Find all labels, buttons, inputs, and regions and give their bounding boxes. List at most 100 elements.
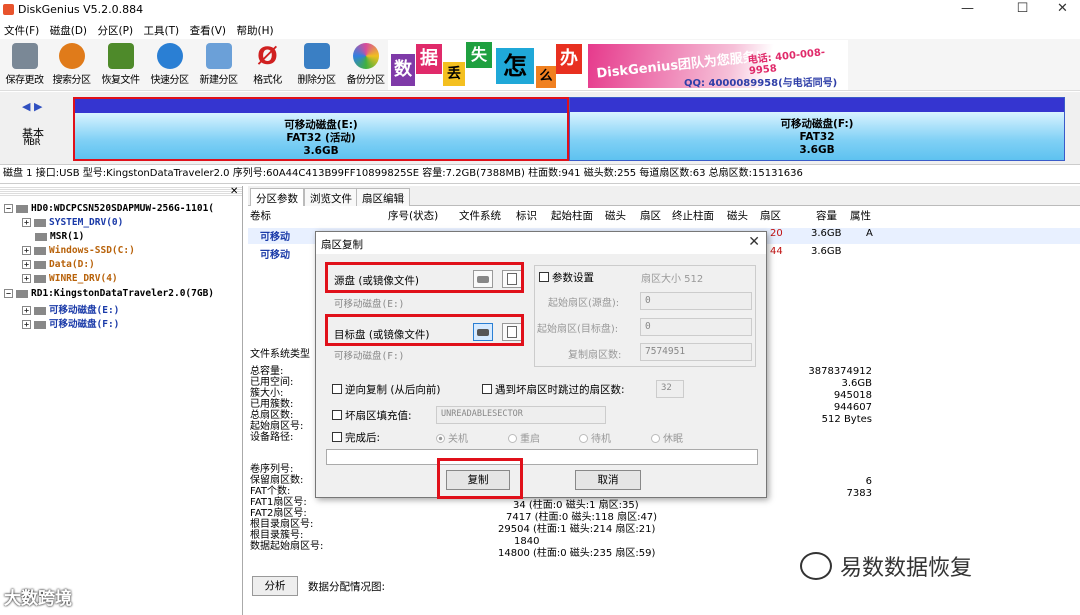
banner-char-2: 据 [416,44,442,74]
radio-restart[interactable]: 重启 [508,430,540,445]
tree-item-data[interactable]: + Data(D:) [22,259,95,270]
tree-item-removable-f[interactable]: + 可移动磁盘(F:) [22,316,119,330]
skip-count-input[interactable]: 32 [656,380,684,398]
dialog-title: 扇区复制 [316,232,766,254]
partition-icon [34,306,46,315]
banner-char-6: 么 [536,66,556,88]
partition-block-e[interactable]: 可移动磁盘(E:) FAT32 (活动) 3.6GB [73,97,569,161]
new-partition-icon [205,43,232,69]
banner-char-1: 数 [391,54,415,86]
partition-f-fs: FAT32 [799,131,835,143]
radio-hibernate[interactable]: 休眠 [651,430,683,445]
reverse-copy-checkbox[interactable] [332,384,342,394]
dialog-close-button[interactable]: ✕ [748,234,760,250]
distribution-label: 数据分配情况图: [308,581,386,593]
minimize-button[interactable]: — [945,0,990,20]
col-header-index: 序号(状态) [388,210,439,222]
fs-values-b-right: 6 7383 [846,476,872,499]
skip-bad-checkbox[interactable] [482,384,492,394]
skip-bad-option[interactable]: 遇到坏扇区时跳过的扇区数: [482,382,625,397]
after-done-checkbox[interactable] [332,432,342,442]
param-checkbox[interactable]: 参数设置 [539,270,594,285]
search-partition-button[interactable]: 搜索分区 [47,39,96,90]
menu-help[interactable]: 帮助(H) [233,20,277,38]
tab-browse-files[interactable]: 浏览文件 [304,188,358,206]
analyze-button[interactable]: 分析 [252,576,298,596]
search-partition-label: 搜索分区 [52,75,92,86]
col-header-start-head: 磁头 [605,210,626,222]
fs-labels-b: 卷序列号: 保留扇区数: FAT个数: FAT1扇区号: FAT2扇区号: 根目录扇区号:… [250,464,324,552]
target-disk-value: 可移动磁盘(F:) [334,351,405,362]
start-dst-input[interactable]: 0 [640,318,752,336]
watermark-right: 易数数据恢复 [840,556,973,581]
copy-count-input[interactable]: 7574951 [640,343,752,361]
fill-bad-option[interactable]: 坏扇区填充值: [332,408,412,423]
recover-files-button[interactable]: 恢复文件 [96,39,145,90]
partition-block-f[interactable]: 可移动磁盘(F:) FAT32 3.6GB [569,97,1065,161]
delete-partition-button[interactable]: 删除分区 [292,39,341,90]
partition-icon [34,246,46,255]
banner-ad[interactable]: 数 据 丢 失 怎 么 办 DiskGenius团队为您服务! 电话: 400-… [388,40,848,90]
partition-e-fs: FAT32 (活动) [286,132,356,144]
disk-info-line: 磁盘 1 接口:USB 型号:KingstonDataTraveler2.0 序… [0,164,1080,184]
cancel-button[interactable]: 取消 [575,470,641,490]
backup-partition-button[interactable]: 备份分区 [341,39,390,90]
new-partition-label: 新建分区 [199,75,239,86]
param-checkbox-box[interactable] [539,272,549,282]
quick-partition-icon [156,43,183,69]
menu-disk[interactable]: 磁盘(D) [46,20,90,38]
col-header-label: 卷标 [250,210,271,222]
watermark-left: 大数跨境 [4,589,72,609]
quick-partition-button[interactable]: 快速分区 [145,39,194,90]
format-button[interactable]: Ø 格式化 [243,39,292,90]
menu-tools[interactable]: 工具(T) [140,20,183,38]
menu-view[interactable]: 查看(V) [186,20,229,38]
tab-sector-edit[interactable]: 扇区编辑 [356,188,410,206]
radio-shutdown[interactable]: 关机 [436,430,468,445]
start-src-input[interactable]: 0 [640,292,752,310]
delete-partition-label: 删除分区 [297,75,337,86]
partition-icon [34,218,46,227]
radio-standby[interactable]: 待机 [579,430,611,445]
tree-item-winre-drv[interactable]: + WINRE_DRV(4) [22,273,118,284]
menu-file[interactable]: 文件(F) [0,20,42,38]
wechat-icon [800,552,832,580]
partition-e-name: 可移动磁盘(E:) [284,119,358,131]
disk-map: ◀ ▶ 基本 MBR 可移动磁盘(E:) FAT32 (活动) 3.6GB 可移… [0,92,1080,164]
new-partition-button[interactable]: 新建分区 [194,39,243,90]
sector-copy-dialog: 扇区复制 ✕ 源盘 (或镜像文件) 可移动磁盘(E:) 目标盘 (或镜像文件) … [315,231,767,499]
banner-qq: QQ: 4000089958(与电话同号) [684,78,838,89]
fill-value-input[interactable]: UNREADABLESECTOR [436,406,606,424]
save-changes-button[interactable]: 保存更改 [0,39,49,90]
banner-char-5: 怎 [496,48,534,84]
start-dst-label: 起始扇区(目标盘): [537,324,619,335]
banner-char-7: 办 [556,44,582,74]
partition-e-size: 3.6GB [303,145,339,157]
tree-item-rd1[interactable]: − RD1:KingstonDataTraveler2.0(7GB) [4,288,214,299]
delete-icon [303,43,330,69]
col-header-end-sector: 扇区 [760,210,781,222]
fill-bad-checkbox[interactable] [332,410,342,420]
disk-nav-arrows[interactable]: ◀ ▶ [22,100,42,113]
tree-item-msr[interactable]: MSR(1) [22,231,84,242]
after-done-option[interactable]: 完成后: [332,430,380,445]
maximize-button[interactable]: ☐ [1000,0,1045,20]
col-header-id: 标识 [516,210,537,222]
tree-close-icon[interactable]: ✕ [230,186,238,197]
format-label: 格式化 [253,75,282,86]
partition-icon [35,232,47,241]
disk-type-sub: MBR [24,138,41,148]
tree-item-hd0[interactable]: − HD0:WDCPCSN520SDAPMUW-256G-1101( [4,203,214,214]
tree-item-windows-ssd[interactable]: + Windows-SSD(C:) [22,245,135,256]
backup-partition-label: 备份分区 [346,75,386,86]
close-window-button[interactable]: ✕ [1040,0,1080,20]
tab-partition-params[interactable]: 分区参数 [250,188,304,206]
reverse-copy-option[interactable]: 逆向复制 (从后向前) [332,382,441,397]
col-header-start-cyl: 起始柱面 [551,210,593,222]
menu-partition[interactable]: 分区(P) [94,20,137,38]
window-title: DiskGenius V5.2.0.884 [18,3,144,16]
tree-item-removable-e[interactable]: + 可移动磁盘(E:) [22,302,119,316]
tree-item-system-drv[interactable]: + SYSTEM_DRV(0) [22,217,123,228]
col-header-attr: 属性 [850,210,871,222]
partition-icon [34,260,46,269]
